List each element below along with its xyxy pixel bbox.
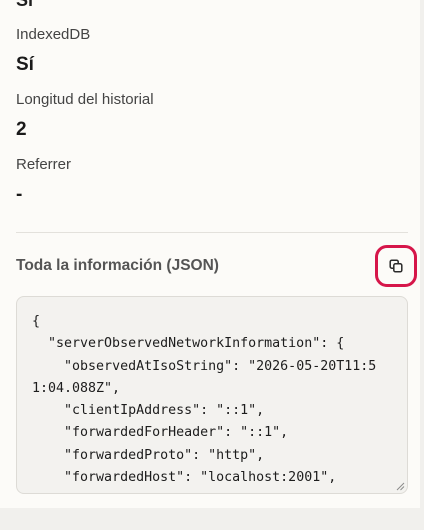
history-length-value: 2 (16, 119, 27, 140)
indexeddb-label: IndexedDB (16, 26, 91, 43)
resize-handle-icon[interactable] (396, 482, 405, 491)
history-length-label: Longitud del historial (16, 91, 154, 108)
json-textarea[interactable]: { "serverObservedNetworkInformation": { … (16, 296, 408, 494)
json-content[interactable]: { "serverObservedNetworkInformation": { … (17, 297, 407, 493)
json-section-title: Toda la información (JSON) (16, 257, 219, 274)
indexeddb-value: Sí (16, 54, 34, 75)
section-divider (16, 232, 408, 233)
copy-json-button[interactable] (375, 245, 417, 287)
referrer-value: - (16, 184, 23, 205)
info-card: Sí IndexedDB Sí Longitud del historial 2… (0, 0, 420, 508)
previous-field-value: Sí (16, 0, 34, 10)
referrer-label: Referrer (16, 156, 72, 173)
copy-icon (389, 259, 403, 273)
